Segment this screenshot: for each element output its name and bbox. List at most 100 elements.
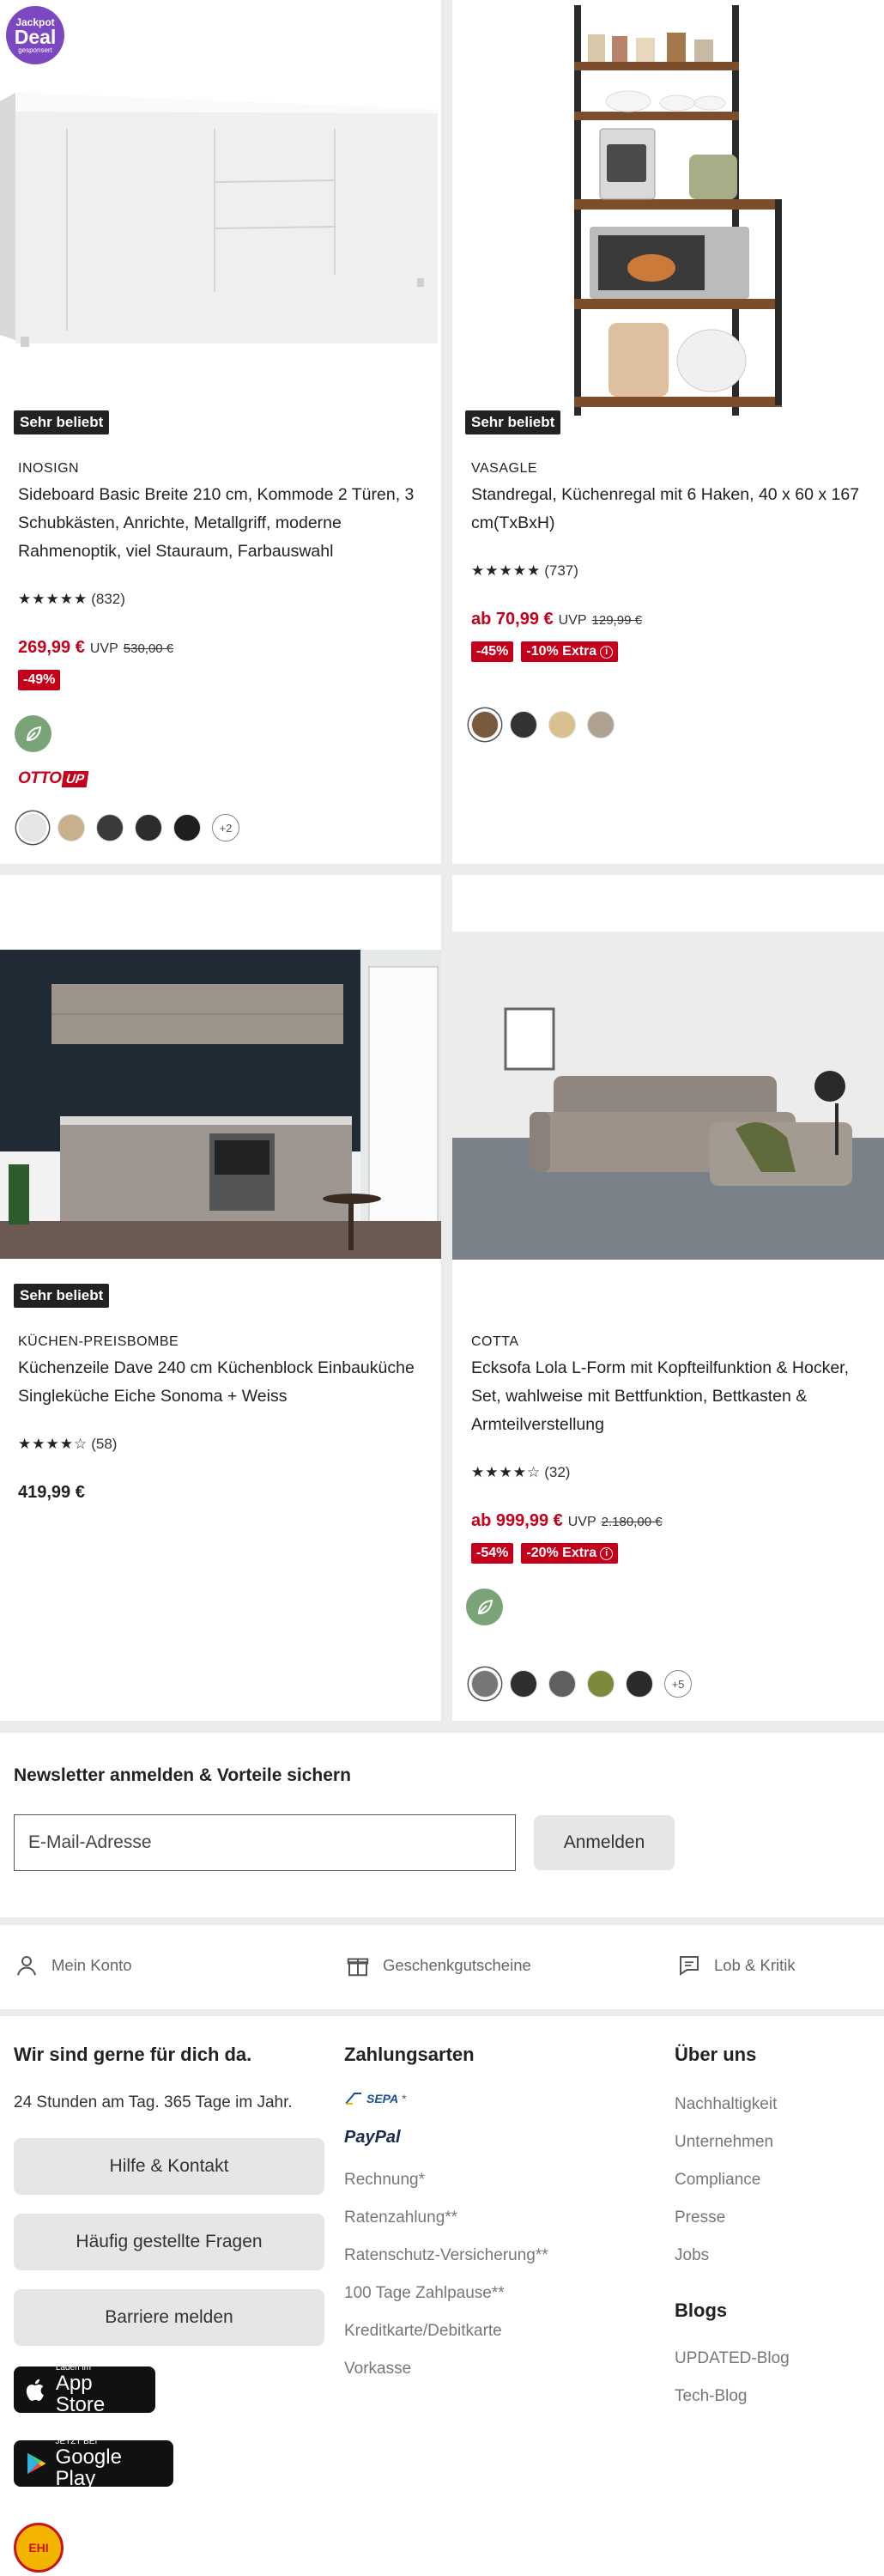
help-heading: Wir sind gerne für dich da. bbox=[14, 2044, 252, 2065]
product-rating: ★★★★★ (737) bbox=[471, 562, 578, 580]
product-brand: INOSIGN bbox=[18, 461, 80, 476]
about-link[interactable]: Jobs bbox=[675, 2246, 709, 2265]
about-link[interactable]: Compliance bbox=[675, 2171, 760, 2190]
product-image[interactable] bbox=[452, 0, 884, 438]
blogs-heading: Blogs bbox=[675, 2300, 728, 2321]
ehi-trust-badge[interactable]: EHI bbox=[14, 2523, 64, 2573]
popular-badge: Sehr beliebt bbox=[14, 1284, 110, 1308]
color-swatches: +2 bbox=[19, 814, 239, 841]
product-price: 419,99 € bbox=[18, 1483, 85, 1503]
about-link[interactable]: Nachhaltigkeit bbox=[675, 2095, 777, 2114]
email-input[interactable]: E-Mail-Adresse bbox=[14, 1814, 516, 1871]
product-title[interactable]: Standregal, Küchenregal mit 6 Haken, 40 … bbox=[471, 481, 881, 538]
feedback-link[interactable]: Lob & Kritik bbox=[676, 1953, 796, 1978]
product-title[interactable]: Sideboard Basic Breite 210 cm, Kommode 2… bbox=[18, 481, 430, 566]
gift-icon bbox=[347, 1958, 369, 1977]
faq-button[interactable]: Häufig gestellte Fragen bbox=[14, 2214, 324, 2270]
product-card[interactable]: Sehr beliebt KÜCHEN-PREISBOMBE Küchenzei… bbox=[0, 875, 441, 1721]
color-swatch[interactable] bbox=[587, 711, 615, 738]
sepa-icon bbox=[345, 2093, 361, 2105]
payment-item[interactable]: Ratenschutz-Versicherung** bbox=[344, 2246, 548, 2265]
rating-count: (737) bbox=[544, 562, 578, 579]
color-swatch[interactable] bbox=[587, 1670, 615, 1698]
product-card[interactable]: Sehr beliebt VASAGLE Standregal, Küchenr… bbox=[452, 0, 884, 864]
color-swatch[interactable] bbox=[19, 814, 46, 841]
otto-up-logo: OTTO UP bbox=[18, 769, 89, 788]
old-price: 129,99 € bbox=[591, 613, 642, 628]
color-swatches bbox=[471, 711, 615, 738]
about-link[interactable]: Presse bbox=[675, 2208, 725, 2227]
popular-badge: Sehr beliebt bbox=[465, 410, 561, 434]
user-icon bbox=[17, 1956, 36, 1976]
payment-heading: Zahlungsarten bbox=[344, 2044, 475, 2065]
color-swatch[interactable] bbox=[510, 711, 537, 738]
product-image[interactable] bbox=[452, 932, 884, 1260]
color-swatches: +5 bbox=[471, 1670, 692, 1698]
newsletter-section: Newsletter anmelden & Vorteile sichern E… bbox=[0, 1733, 884, 1917]
about-link[interactable]: Unternehmen bbox=[675, 2133, 773, 2152]
discount-tags: -49% bbox=[18, 670, 61, 690]
payment-item[interactable]: Kreditkarte/Debitkarte bbox=[344, 2322, 502, 2341]
chat-icon bbox=[680, 1956, 699, 1976]
extra-discount-badge[interactable]: -20% Extra i bbox=[521, 1543, 619, 1564]
service-bar: Mein Konto Geschenkgutscheine Lob & Krit… bbox=[0, 1925, 884, 2009]
product-title[interactable]: Küchenzeile Dave 240 cm Küchenblock Einb… bbox=[18, 1354, 430, 1411]
current-price: ab 70,99 € bbox=[471, 610, 554, 629]
color-swatch[interactable] bbox=[471, 1670, 499, 1698]
product-title[interactable]: Ecksofa Lola L-Form mit Kopfteilfunktion… bbox=[471, 1354, 881, 1439]
blog-link[interactable]: Tech-Blog bbox=[675, 2387, 748, 2406]
sustainability-icon[interactable] bbox=[466, 1589, 503, 1625]
product-brand: VASAGLE bbox=[471, 461, 538, 476]
product-brand: KÜCHEN-PREISBOMBE bbox=[18, 1334, 179, 1349]
rating-stars: ★★★★☆ bbox=[18, 1436, 88, 1452]
color-swatch[interactable] bbox=[510, 1670, 537, 1698]
info-icon[interactable]: i bbox=[600, 1546, 614, 1560]
uvp-label: UVP bbox=[558, 613, 587, 628]
more-colors[interactable]: +5 bbox=[664, 1670, 692, 1698]
rating-count: (58) bbox=[91, 1436, 118, 1452]
info-icon[interactable]: i bbox=[600, 645, 614, 659]
google-play-button[interactable]: JETZT BEI Google Play bbox=[14, 2437, 173, 2489]
blog-link[interactable]: UPDATED-Blog bbox=[675, 2349, 790, 2368]
payment-item[interactable]: Ratenzahlung** bbox=[344, 2208, 457, 2227]
color-swatch[interactable] bbox=[548, 711, 576, 738]
extra-discount-badge[interactable]: -10% Extra i bbox=[521, 641, 619, 662]
payment-item[interactable]: Vorkasse bbox=[344, 2360, 411, 2379]
my-account-link[interactable]: Mein Konto bbox=[14, 1953, 132, 1978]
color-swatch[interactable] bbox=[173, 814, 201, 841]
product-rating: ★★★★☆ (32) bbox=[471, 1464, 570, 1481]
gift-vouchers-link[interactable]: Geschenkgutscheine bbox=[345, 1953, 531, 1978]
color-swatch[interactable] bbox=[58, 814, 85, 841]
product-image[interactable] bbox=[0, 0, 441, 404]
color-swatch[interactable] bbox=[471, 711, 499, 738]
sustainability-icon[interactable] bbox=[15, 715, 51, 752]
product-image[interactable] bbox=[0, 950, 441, 1259]
subscribe-button[interactable]: Anmelden bbox=[534, 1815, 675, 1870]
footer: Wir sind gerne für dich da. 24 Stunden a… bbox=[0, 2016, 884, 2576]
product-card[interactable]: Jackpot Deal gesponsert Sehr beliebt INO… bbox=[0, 0, 441, 864]
about-heading: Über uns bbox=[675, 2044, 757, 2065]
discount-badge: -54% bbox=[471, 1543, 514, 1564]
help-contact-button[interactable]: Hilfe & Kontakt bbox=[14, 2138, 324, 2195]
discount-tags: -54% -20% Extra i bbox=[471, 1543, 619, 1564]
old-price: 530,00 € bbox=[123, 641, 174, 656]
more-colors[interactable]: +2 bbox=[212, 814, 239, 841]
report-barrier-button[interactable]: Barriere melden bbox=[14, 2289, 324, 2346]
product-card[interactable]: COTTA Ecksofa Lola L-Form mit Kopfteilfu… bbox=[452, 875, 884, 1721]
color-swatch[interactable] bbox=[96, 814, 124, 841]
rating-stars: ★★★★★ bbox=[18, 591, 88, 607]
product-price: ab 70,99 € UVP 129,99 € bbox=[471, 610, 642, 629]
payment-item[interactable]: 100 Tage Zahlpause** bbox=[344, 2284, 505, 2303]
discount-tags: -45% -10% Extra i bbox=[471, 641, 619, 662]
product-rating: ★★★★★ (832) bbox=[18, 591, 125, 608]
color-swatch[interactable] bbox=[135, 814, 162, 841]
color-swatch[interactable] bbox=[626, 1670, 653, 1698]
color-swatch[interactable] bbox=[548, 1670, 576, 1698]
uvp-label: UVP bbox=[567, 1515, 596, 1529]
app-store-button[interactable]: Laden im App Store bbox=[14, 2363, 155, 2415]
sepa-logo: SEPA * bbox=[344, 2092, 407, 2105]
discount-badge: -49% bbox=[18, 670, 61, 690]
popular-badge: Sehr beliebt bbox=[14, 410, 110, 434]
payment-item[interactable]: Rechnung* bbox=[344, 2171, 425, 2190]
product-price: 269,99 € UVP 530,00 € bbox=[18, 638, 173, 658]
